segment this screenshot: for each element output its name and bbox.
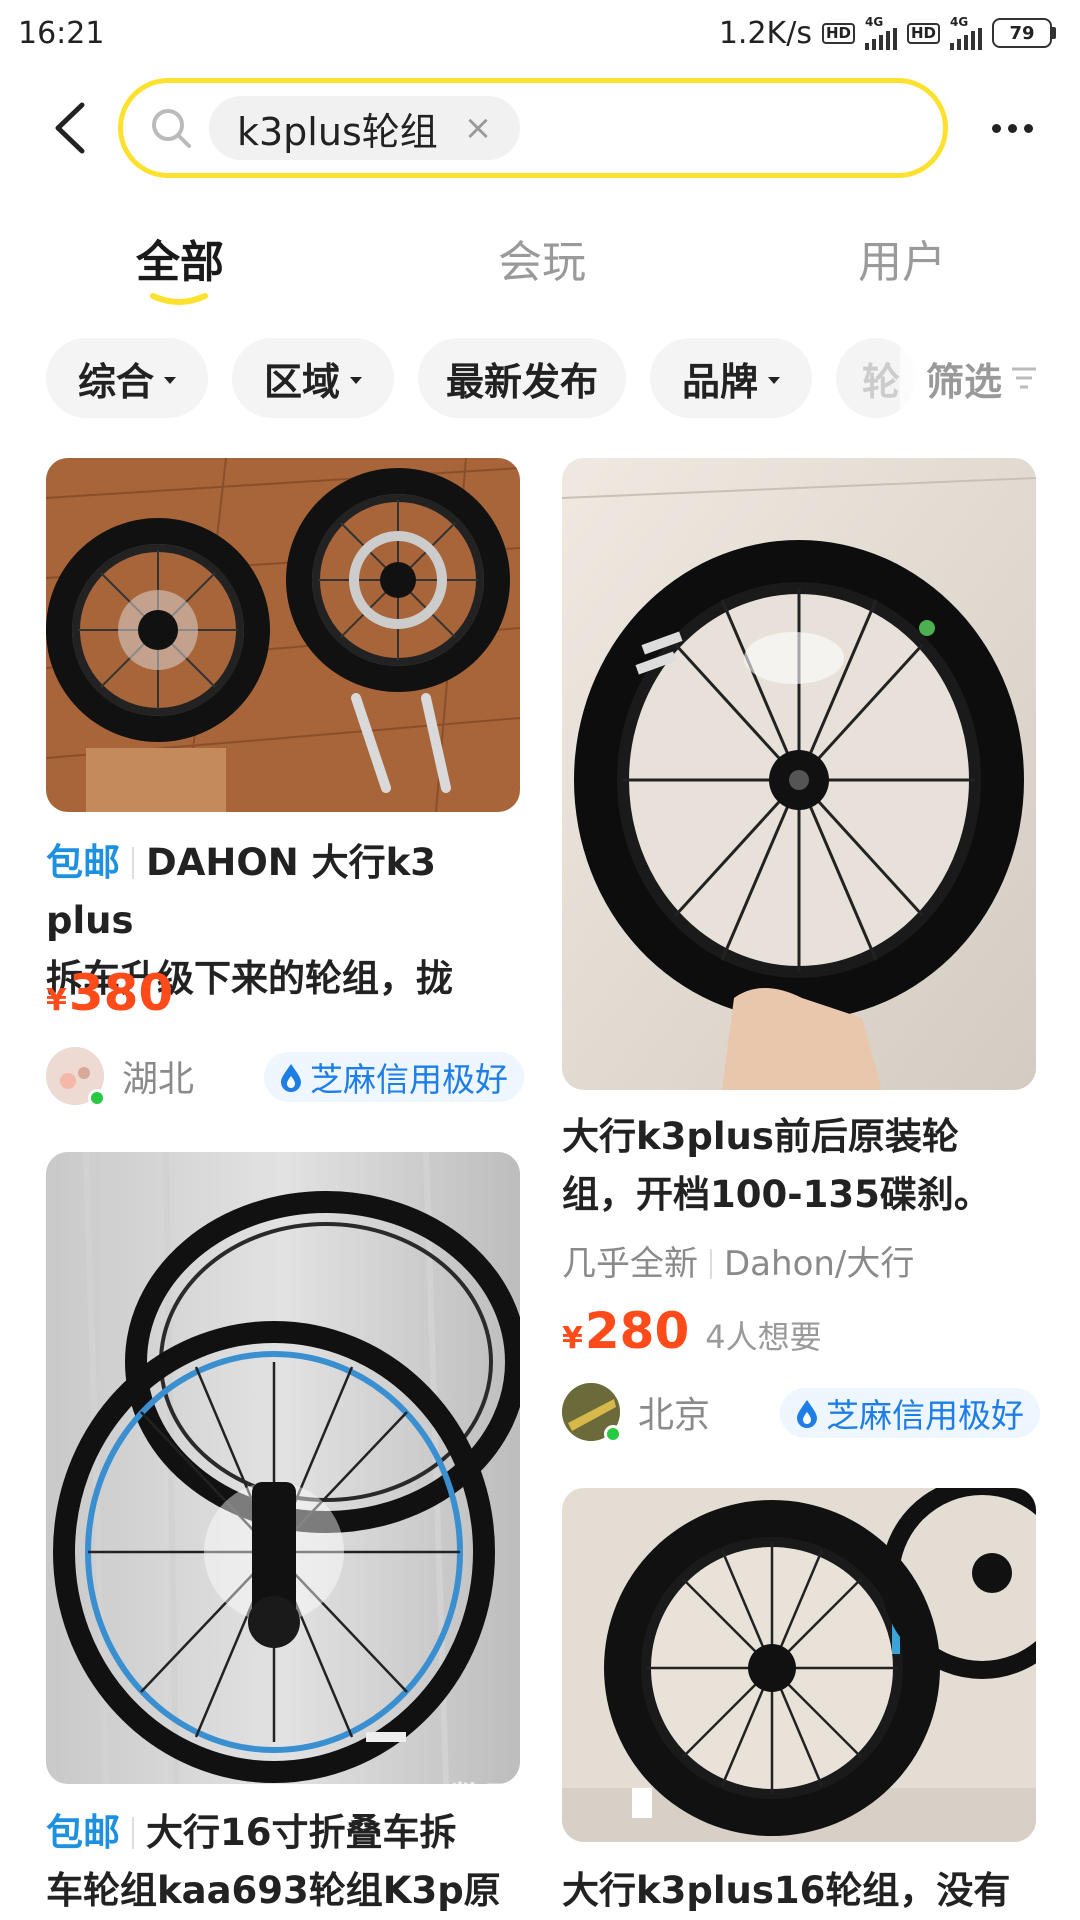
more-dot-icon (1023, 123, 1033, 133)
seller-row[interactable]: 湖北 (46, 1046, 195, 1107)
divider (132, 847, 134, 879)
item-image[interactable] (46, 1152, 520, 1784)
status-indicators: 1.2K/s HD 4G HD 4G 79 (719, 16, 1056, 51)
search-query-chip[interactable]: k3plus轮组 × (209, 96, 521, 160)
tab-huiwan[interactable]: 会玩 (442, 226, 642, 290)
caret-down-icon (768, 376, 780, 384)
filter-label: 轮 (862, 359, 901, 404)
more-options-button[interactable] (980, 100, 1044, 156)
divider (710, 1249, 712, 1279)
want-count: 4人想要 (705, 1318, 822, 1356)
item-tags: 几乎全新 Dahon/大行 (562, 1236, 914, 1285)
item-image[interactable] (562, 458, 1036, 1090)
result-tabs: 全部 会玩 用户 (0, 226, 1080, 306)
free-shipping-badge: 包邮 (46, 841, 120, 884)
back-button[interactable] (40, 96, 100, 160)
wheel-photo (562, 458, 1036, 1090)
condition-tag: 几乎全新 (562, 1244, 698, 1284)
item-title-line: 大行k3plus前后原装轮 (562, 1115, 959, 1158)
seller-row[interactable]: 北京 (562, 1382, 711, 1443)
item-title-line: 组，开档100-135碟刹。 (562, 1173, 991, 1216)
seller-location: 湖北 (122, 1059, 195, 1100)
avatar[interactable] (562, 1383, 622, 1443)
filter-newest[interactable]: 最新发布 (418, 338, 626, 418)
free-shipping-badge: 包邮 (46, 1811, 120, 1854)
tab-all[interactable]: 全部 (80, 226, 280, 290)
zhima-credit-icon (797, 1400, 817, 1428)
item-image[interactable] (46, 458, 520, 812)
zhima-credit-icon (281, 1064, 301, 1092)
divider (132, 1817, 134, 1849)
item-title[interactable]: 大行k3plus16轮组，没有 (562, 1862, 1062, 1920)
search-input[interactable]: k3plus轮组 × (118, 78, 948, 178)
item-title-line: 车轮组kaa693轮组K3p原 (46, 1869, 501, 1912)
currency-symbol: ¥ (562, 1321, 583, 1356)
search-query-text: k3plus轮组 (237, 109, 438, 154)
item-image[interactable] (562, 1488, 1036, 1842)
filter-label: 筛选 (926, 359, 1003, 404)
more-dot-icon (991, 123, 1001, 133)
wheel-photo (46, 1152, 520, 1784)
currency-symbol: ¥ (46, 983, 67, 1018)
filter-label: 区域 (263, 359, 340, 404)
item-title-line: 大行k3plus16轮组，没有 (562, 1869, 1011, 1912)
price-value: 280 (584, 1302, 690, 1360)
filter-label: 最新发布 (445, 359, 598, 404)
filter-bar: 综合 区域 最新发布 品牌 轮 筛选 (0, 338, 1080, 418)
credit-text: 芝麻信用极好 (310, 1060, 508, 1099)
item-title-line: 大行16寸折叠车拆 (146, 1811, 457, 1854)
online-status-dot (88, 1089, 106, 1107)
filter-icon (1012, 367, 1037, 389)
network-speed: 1.2K/s (718, 15, 812, 51)
item-price: ¥280 4人想要 (562, 1302, 822, 1360)
avatar[interactable] (46, 1047, 106, 1107)
chevron-left-icon (55, 102, 85, 154)
filter-sort[interactable]: 综合 (46, 338, 208, 418)
status-bar: 16:21 1.2K/s HD 4G HD 4G 79 (0, 0, 1080, 66)
price-value: 380 (68, 964, 174, 1022)
tab-users[interactable]: 用户 (802, 226, 1002, 290)
caret-down-icon (350, 376, 362, 384)
filter-region[interactable]: 区域 (232, 338, 394, 418)
online-status-dot (604, 1425, 622, 1443)
filter-brand[interactable]: 品牌 (650, 338, 812, 418)
filter-screen-button[interactable]: 筛选 (900, 338, 1080, 418)
brand-tag: Dahon/大行 (724, 1244, 915, 1284)
active-tab-indicator (150, 293, 208, 305)
search-header: k3plus轮组 × (0, 78, 1080, 178)
item-title[interactable]: 大行k3plus前后原装轮 组，开档100-135碟刹。 (562, 1108, 1062, 1224)
item-title[interactable]: 包邮 大行16寸折叠车拆 车轮组kaa693轮组K3p原 (46, 1804, 546, 1920)
status-time: 16:21 (18, 15, 105, 51)
credit-badge: 芝麻信用极好 (264, 1052, 524, 1102)
wheel-photo (46, 458, 520, 812)
hd-icon: HD (821, 22, 855, 44)
clear-query-button[interactable]: × (464, 108, 493, 148)
caret-down-icon (164, 376, 176, 384)
item-price: ¥380 (46, 964, 173, 1022)
signal-icon: 4G (864, 16, 897, 50)
hd-icon: HD (906, 22, 940, 44)
credit-text: 芝麻信用极好 (826, 1396, 1024, 1435)
filter-label: 品牌 (681, 359, 758, 404)
search-icon (147, 104, 195, 152)
signal-icon: 4G (950, 16, 982, 50)
seller-location: 北京 (638, 1395, 711, 1436)
credit-badge: 芝麻信用极好 (780, 1388, 1040, 1438)
filter-label: 综合 (77, 359, 154, 404)
wheel-photo (562, 1488, 1036, 1842)
more-dot-icon (1007, 123, 1017, 133)
battery-icon: 79 (992, 18, 1056, 48)
